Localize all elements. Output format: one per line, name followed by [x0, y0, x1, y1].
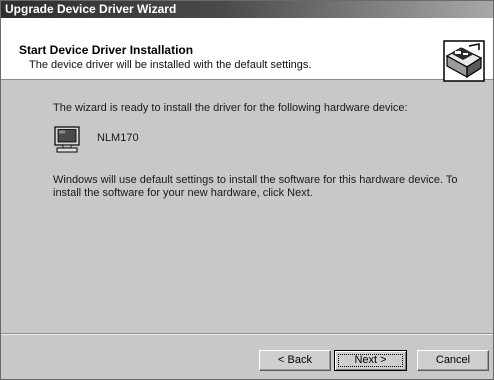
device-name: NLM170 [97, 132, 139, 144]
info-text: Windows will use default settings to ins… [53, 174, 458, 199]
title-bar: Upgrade Device Driver Wizard [1, 1, 493, 18]
next-button-label: Next > [354, 354, 387, 366]
back-button-label: < Back [278, 354, 312, 366]
header-title: Start Device Driver Installation [19, 43, 194, 57]
wizard-window: Upgrade Device Driver Wizard Start Devic… [0, 0, 494, 380]
header-panel: Start Device Driver Installation The dev… [1, 18, 493, 82]
back-button[interactable]: < Back [259, 350, 331, 371]
header-subtitle: The device driver will be installed with… [29, 59, 312, 71]
monitor-icon [54, 126, 80, 153]
separator-highlight [1, 334, 493, 335]
next-button[interactable]: Next > [334, 350, 407, 371]
cancel-button-label: Cancel [435, 354, 471, 366]
hardware-wizard-icon [443, 40, 485, 82]
intro-text: The wizard is ready to install the drive… [53, 102, 408, 114]
cancel-button[interactable]: Cancel [417, 350, 489, 371]
